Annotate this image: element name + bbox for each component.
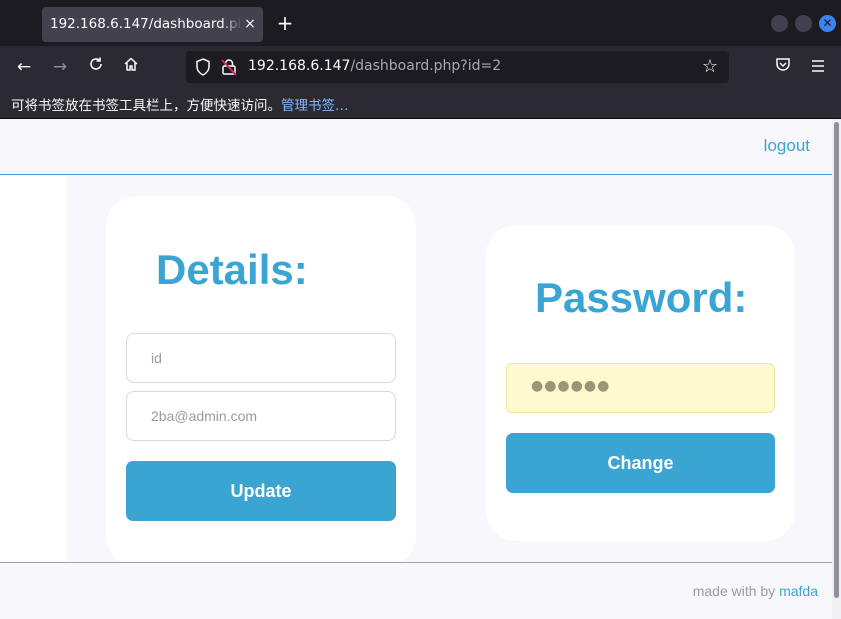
details-heading: Details:	[156, 246, 308, 293]
update-button[interactable]: Update	[126, 461, 396, 521]
active-tab[interactable]: 192.168.6.147/dashboard.php?id=2 ×	[42, 7, 263, 42]
email-input[interactable]	[126, 391, 396, 441]
close-window-button[interactable]: ✕	[819, 15, 836, 32]
password-heading: Password:	[535, 274, 748, 321]
address-bar[interactable]: 192.168.6.147/dashboard.php?id=2 ☆	[186, 51, 729, 83]
new-tab-button[interactable]: +	[272, 10, 298, 36]
footer-credit: made with by mafda	[693, 583, 818, 599]
sidebar	[0, 176, 67, 562]
insecure-lock-icon[interactable]	[220, 58, 238, 76]
shield-icon[interactable]	[194, 57, 212, 77]
tab-strip: 192.168.6.147/dashboard.php?id=2 × + ✕	[0, 0, 841, 46]
reload-icon[interactable]	[84, 55, 108, 79]
tab-title-fade	[222, 7, 242, 42]
bookmarks-hint-text: 可将书签放在书签工具栏上，方便快速访问。	[11, 98, 281, 114]
tab-title: 192.168.6.147/dashboard.php?id=2	[50, 16, 240, 32]
back-icon[interactable]: ←	[12, 55, 36, 79]
star-icon[interactable]: ☆	[699, 55, 721, 79]
footer: made with by mafda	[0, 562, 832, 619]
id-input[interactable]	[126, 333, 396, 383]
url-host: 192.168.6.147	[248, 58, 351, 74]
bookmarks-hint: 可将书签放在书签工具栏上，方便快速访问。管理书签…	[11, 94, 349, 114]
password-card: Password: ●●●●●● Change	[486, 225, 795, 541]
page-viewport: logout Details: Update Password: ●●●●●● …	[0, 119, 832, 619]
password-input[interactable]: ●●●●●●	[506, 363, 775, 413]
details-card: Details: Update	[106, 196, 416, 566]
minimize-button[interactable]	[771, 15, 788, 32]
author-link[interactable]: mafda	[779, 583, 818, 599]
tab-close-icon[interactable]: ×	[240, 13, 260, 35]
change-password-button[interactable]: Change	[506, 433, 775, 493]
menu-icon[interactable]	[806, 55, 830, 79]
url-text: 192.168.6.147/dashboard.php?id=2	[248, 58, 501, 74]
password-mask: ●●●●●●	[531, 378, 611, 394]
logout-link[interactable]: logout	[764, 136, 810, 156]
maximize-button[interactable]	[795, 15, 812, 32]
url-path: /dashboard.php?id=2	[350, 58, 502, 74]
forward-icon[interactable]: →	[48, 55, 72, 79]
top-bar: logout	[0, 119, 832, 175]
bookmarks-toolbar: 可将书签放在书签工具栏上，方便快速访问。管理书签…	[0, 88, 841, 119]
manage-bookmarks-link[interactable]: 管理书签…	[281, 98, 349, 114]
scrollbar-thumb[interactable]	[834, 122, 839, 598]
navigation-toolbar: ← → 192.168.6.147/dashboard.php?id=2 ☆	[0, 46, 841, 88]
pocket-icon[interactable]	[771, 55, 795, 79]
page-scrollbar[interactable]	[832, 119, 841, 619]
home-icon[interactable]	[119, 55, 143, 79]
footer-made-with: made with by	[692, 583, 776, 599]
